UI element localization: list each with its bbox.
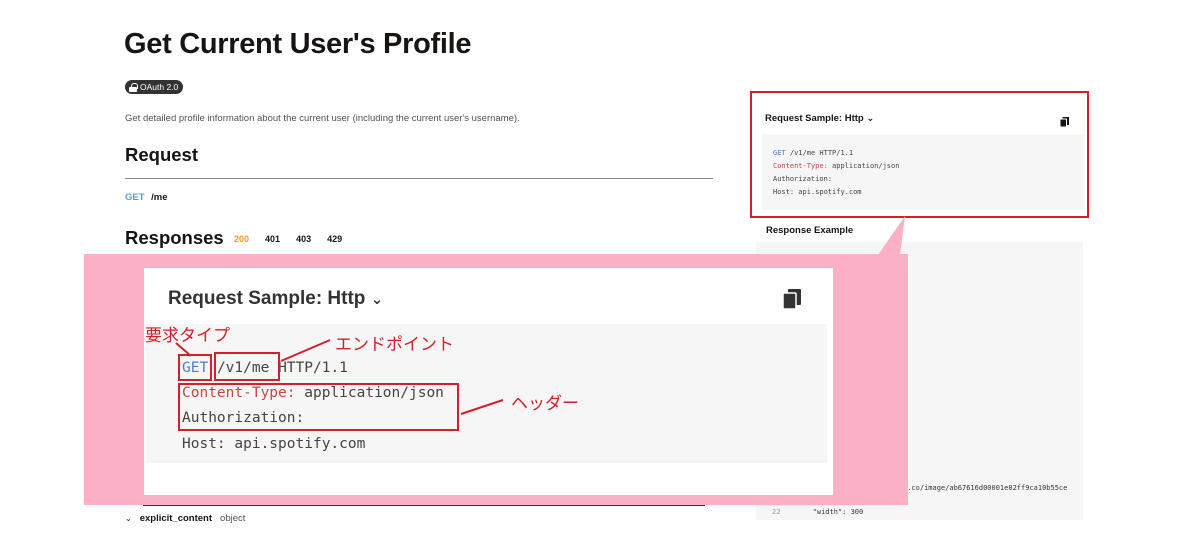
chevron-down-icon[interactable]: ⌄ [125,514,132,523]
response-url-fragment: n.co/image/ab67616d00001e02ff9ca10b55ce [903,484,1068,492]
zoom-request-sample-title: Request Sample: Http [168,288,366,309]
code-content-type-key: Content-Type: [773,162,828,170]
responses-heading: Responses [125,227,224,248]
tab-403[interactable]: 403 [296,234,311,244]
copy-icon[interactable] [1059,114,1069,132]
code-content-type-value: application/json [832,162,900,170]
request-sample-title: Request Sample: Http [765,113,864,124]
endpoint-method: GET [125,192,145,203]
field-type: object [220,513,246,524]
request-heading: Request [125,144,198,165]
code-protocol: HTTP/1.1 [819,149,854,157]
endpoint-path: /me [151,192,168,203]
oauth-badge: OAuth 2.0 [125,80,184,94]
chevron-down-icon[interactable]: ⌄ [371,291,384,308]
copy-icon[interactable] [782,289,801,314]
oauth-badge-label: OAuth 2.0 [140,82,179,92]
field-name: explicit_content [139,513,213,524]
request-sample-code: GET /v1/me HTTP/1.1 Content-Type: applic… [762,134,1084,210]
lock-icon [129,82,138,92]
code-host-value: api.spotify.com [798,188,862,196]
zoom-request-sample-header[interactable]: Request Sample: Http ⌄ [168,288,383,310]
annotation-box-headers [178,383,459,431]
zoom-code-protocol: HTTP/1.1 [278,360,348,376]
code-authorization-key: Authorization: [773,175,833,183]
response-code-line: 22 "width": 300 [772,508,863,516]
response-code-tabs: 200 401 403 429 [234,234,358,244]
tab-200[interactable]: 200 [234,234,249,244]
response-example-title: Response Example [766,225,854,236]
zoom-code-line-4: Host: api.spotify.com [182,436,365,452]
tab-429[interactable]: 429 [327,234,342,244]
field-row-explicit-content[interactable]: ⌄ explicit_content object [125,513,245,524]
request-divider [125,178,713,179]
line-text: "width": 300 [812,508,864,516]
request-sample-panel: Request Sample: Http ⌄ GET /v1/me HTTP/1… [750,91,1089,218]
annotation-label-header: ヘッダー [511,394,579,413]
code-host-key: Host: [773,188,795,196]
zoom-code-host-key: Host: [182,436,226,452]
zoom-code-host-value: api.spotify.com [234,436,366,452]
annotation-label-endpoint: エンドポイント [335,335,454,354]
annotation-box-endpoint [214,352,280,381]
annotation-label-request-type: 要求タイプ [145,326,230,345]
chevron-down-icon[interactable]: ⌄ [866,113,874,124]
page-description: Get detailed profile information about t… [125,113,520,124]
code-path: /v1/me [789,149,816,157]
field-divider [143,505,705,506]
tab-401[interactable]: 401 [265,234,280,244]
line-number: 22 [772,508,781,516]
annotation-box-method [178,354,212,381]
endpoint: GET /me [125,192,168,203]
code-method: GET [773,149,786,157]
request-sample-header[interactable]: Request Sample: Http ⌄ [765,113,874,124]
page-title: Get Current User's Profile [124,28,472,60]
